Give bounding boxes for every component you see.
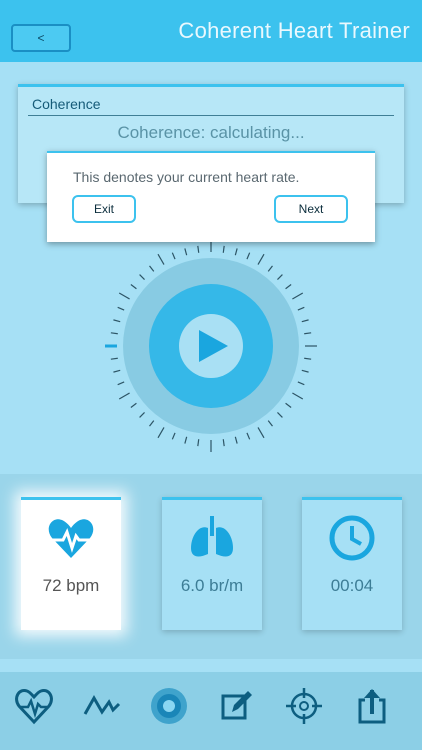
next-button[interactable]: Next <box>274 195 348 223</box>
dial-tick <box>285 284 292 290</box>
dial-tick <box>130 402 137 408</box>
dial-tick <box>297 306 305 311</box>
dial-tick <box>171 432 176 440</box>
dial-tick <box>130 284 137 290</box>
dial-tick <box>113 369 121 373</box>
dial-tick <box>139 274 145 280</box>
dial-tick <box>246 432 251 440</box>
heart-rate-value: 72 bpm <box>42 576 100 595</box>
tooltip-text: This denotes your current heart rate. <box>73 169 300 185</box>
dial-tick <box>304 357 312 360</box>
heart-pulse-icon[interactable] <box>14 686 54 726</box>
session-time-value: 00:04 <box>330 576 374 595</box>
dial-tick <box>197 439 200 447</box>
dial-tick <box>267 265 273 272</box>
dial-tick <box>118 292 130 300</box>
dial-tick <box>184 248 188 256</box>
edit-icon[interactable] <box>216 686 256 726</box>
session-time-card[interactable]: 00:04 <box>302 497 402 630</box>
breathing-orb-icon[interactable] <box>149 686 189 726</box>
share-icon[interactable] <box>352 686 392 726</box>
dial-tick <box>246 252 251 260</box>
dial-tick <box>292 292 304 300</box>
dial-tick <box>113 319 121 323</box>
dial-tick <box>110 357 118 360</box>
target-icon[interactable] <box>284 686 324 726</box>
dial-tick <box>149 265 155 272</box>
dial-tick <box>139 412 145 418</box>
dial-tick <box>222 439 225 447</box>
dial-tick <box>234 436 238 444</box>
dial-tick <box>149 420 155 427</box>
dial-tick <box>157 427 165 439</box>
dial-tick <box>304 332 312 335</box>
lungs-icon <box>191 516 233 557</box>
dial-tick <box>301 319 309 323</box>
dial-tick <box>277 412 283 418</box>
exit-button[interactable]: Exit <box>72 195 136 223</box>
dial-tick <box>257 253 265 265</box>
dial-tick <box>118 392 130 400</box>
breathing-rate-card[interactable]: 6.0 br/m <box>162 497 262 630</box>
dial-tick <box>301 369 309 373</box>
dial-tick <box>222 245 225 253</box>
dial-tick <box>267 420 273 427</box>
heart-pulse-icon <box>48 519 94 558</box>
dial-tick <box>184 436 188 444</box>
dial-tick <box>197 245 200 253</box>
bottom-nav <box>0 672 422 750</box>
breathing-rate-value: 6.0 br/m <box>180 576 244 595</box>
dial-tick <box>117 381 125 386</box>
clock-icon <box>329 515 375 561</box>
dial-tick <box>117 306 125 311</box>
dial-tick <box>171 252 176 260</box>
dial-tick <box>297 381 305 386</box>
tooltip-dialog: This denotes your current heart rate. Ex… <box>47 151 375 242</box>
dial-tick <box>277 274 283 280</box>
waveform-icon[interactable] <box>82 686 122 726</box>
dial-tick <box>285 402 292 408</box>
dial-tick <box>257 427 265 439</box>
dial-tick <box>292 392 304 400</box>
dial-tick <box>157 253 165 265</box>
heart-rate-card[interactable]: 72 bpm <box>21 497 121 630</box>
dial-tick <box>234 248 238 256</box>
dial-tick <box>110 332 118 335</box>
